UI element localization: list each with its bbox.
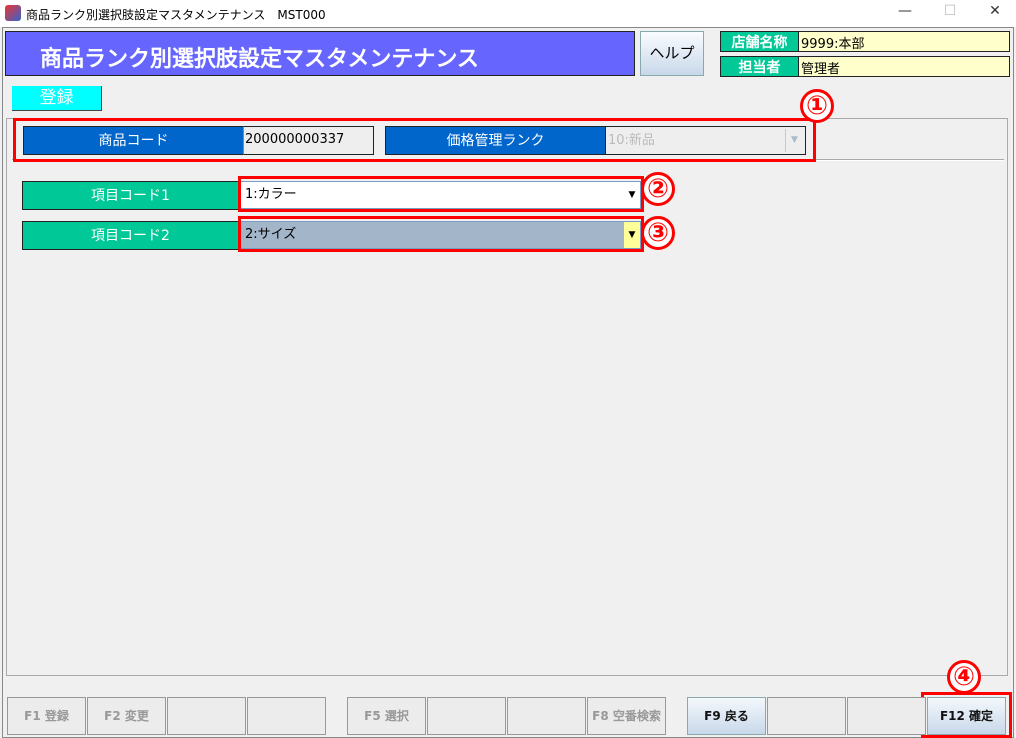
- staff-value: 管理者: [799, 56, 1010, 77]
- f3-button[interactable]: [167, 697, 246, 735]
- f1-register-button[interactable]: F1 登録: [7, 697, 86, 735]
- item-code-2-label: 項目コード2: [22, 221, 239, 250]
- annotation-box-3: [238, 216, 644, 252]
- title-bar: 商品ランク別選択肢設定マスタメンテナンス MST000 — ☐ ✕: [0, 0, 1016, 27]
- close-button[interactable]: ✕: [980, 3, 1010, 23]
- staff-label: 担当者: [720, 56, 799, 77]
- f5-select-button[interactable]: F5 選択: [347, 697, 426, 735]
- f7-button[interactable]: [507, 697, 586, 735]
- annotation-number-2: ②: [641, 172, 675, 206]
- f10-button[interactable]: [767, 697, 846, 735]
- f9-back-button[interactable]: F9 戻る: [687, 697, 766, 735]
- window-title: 商品ランク別選択肢設定マスタメンテナンス MST000: [26, 8, 326, 22]
- f8-search-button[interactable]: F8 空番検索: [587, 697, 666, 735]
- f11-button[interactable]: [847, 697, 926, 735]
- maximize-button[interactable]: ☐: [935, 3, 965, 23]
- help-button[interactable]: ヘルプ: [640, 31, 704, 76]
- item-code-1-label: 項目コード1: [22, 181, 239, 210]
- f2-change-button[interactable]: F2 変更: [87, 697, 166, 735]
- app-icon: [5, 5, 21, 21]
- annotation-number-1: ①: [800, 89, 834, 123]
- store-value: 9999:本部: [799, 31, 1010, 52]
- annotation-box-1: [13, 118, 816, 162]
- f6-button[interactable]: [427, 697, 506, 735]
- annotation-number-3: ③: [641, 216, 675, 250]
- page-title: 商品ランク別選択肢設定マスタメンテナンス: [5, 31, 635, 76]
- store-label: 店舗名称: [720, 31, 799, 52]
- mode-register-button[interactable]: 登録: [12, 86, 102, 111]
- annotation-number-4: ④: [947, 660, 981, 694]
- minimize-button[interactable]: —: [890, 3, 920, 23]
- annotation-box-2: [238, 176, 644, 212]
- f12-confirm-button[interactable]: F12 確定: [927, 697, 1006, 735]
- f4-button[interactable]: [247, 697, 326, 735]
